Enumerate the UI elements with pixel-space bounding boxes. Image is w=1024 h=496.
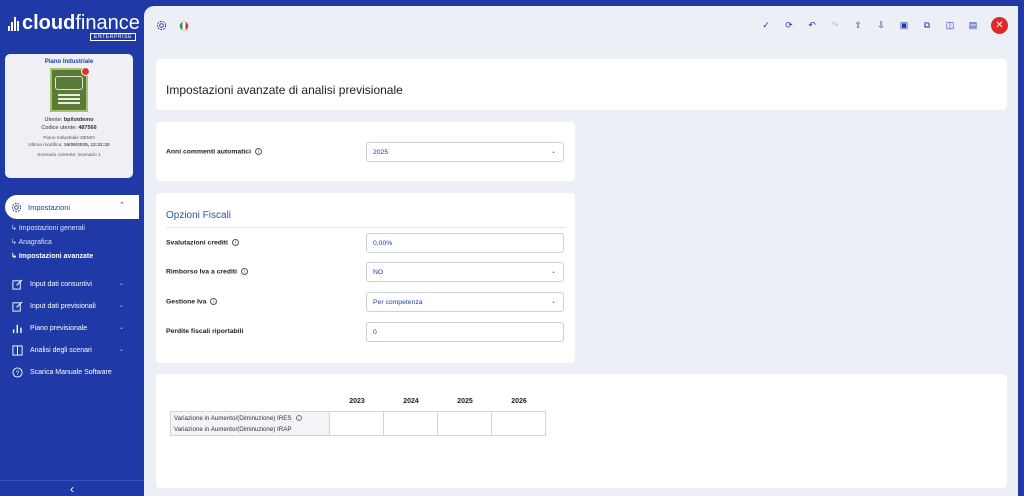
section-title: Opzioni Fiscali bbox=[166, 210, 232, 221]
logo-text: cloudfinance bbox=[22, 12, 140, 34]
info-icon[interactable]: i bbox=[231, 239, 239, 246]
chevron-left-icon: ‹ bbox=[70, 482, 74, 496]
chevron-down-icon: ⌄ bbox=[118, 303, 124, 309]
sidebar-item-scarica-manuale[interactable]: ? Scarica Manuale Software bbox=[0, 361, 144, 383]
page-title: Impostazioni avanzate di analisi previsi… bbox=[166, 83, 403, 97]
sidebar-nav: Impostazioni ⌃ ↳ Impostazioni generali ↳… bbox=[0, 195, 144, 383]
logo-tag: ENTERPRISE bbox=[90, 33, 136, 41]
last-modified: Ultima modifica: 16/05/2025, 12:31:32 bbox=[28, 143, 110, 148]
gestione-label: Gestione Iva i bbox=[166, 298, 218, 305]
rimborso-label: Rimborso Iva a crediti i bbox=[166, 268, 249, 275]
year-header: 2023 bbox=[349, 398, 365, 405]
user-name: Utente: bpilotdemo bbox=[44, 117, 94, 123]
info-icon[interactable]: i bbox=[295, 415, 302, 421]
tax-options-card: Opzioni Fiscali Svalutazioni crediti i 0,… bbox=[156, 193, 575, 363]
sidebar-item-input-consuntivi[interactable]: Input dati consuntivi ⌄ bbox=[0, 273, 144, 295]
perdite-row: Perdite fiscali riportabili 0 bbox=[166, 322, 564, 342]
logo-bars-icon bbox=[8, 17, 20, 31]
rimborso-select[interactable]: NO ⌄ bbox=[366, 262, 564, 282]
user-card: Piano Industriale Utente: bpilotdemo Cod… bbox=[5, 54, 133, 178]
year-header: 2024 bbox=[403, 398, 419, 405]
comments-label: Anni commenti automatici i bbox=[166, 148, 262, 155]
tax-variation-card: 2023 2024 2025 2026 Variazione in Aument… bbox=[156, 374, 1007, 488]
chevron-down-icon: ⌄ bbox=[550, 299, 556, 305]
bar-chart-icon bbox=[11, 322, 23, 334]
close-button[interactable]: ✕ bbox=[991, 17, 1008, 34]
italian-flag-icon[interactable] bbox=[179, 20, 189, 31]
table-cell[interactable] bbox=[384, 423, 438, 436]
comments-year-select[interactable]: 2025 ⌄ bbox=[366, 142, 564, 162]
chevron-down-icon: ⌄ bbox=[550, 149, 556, 155]
app-logo: cloudfinance ENTERPRISE bbox=[6, 10, 140, 41]
copy-button[interactable]: ⧉ bbox=[919, 18, 935, 34]
undo-button[interactable]: ↶ bbox=[804, 18, 820, 34]
info-icon[interactable]: i bbox=[210, 298, 218, 305]
chevron-down-icon: ⌄ bbox=[118, 325, 124, 331]
premium-badge-icon bbox=[50, 67, 90, 112]
gestione-row: Gestione Iva i Per competenza ⌄ bbox=[166, 292, 564, 312]
info-icon[interactable]: i bbox=[254, 148, 262, 155]
chevron-down-icon: ⌄ bbox=[118, 347, 124, 353]
sidebar-subitem-anagrafica[interactable]: ↳ Anagrafica bbox=[11, 236, 144, 250]
refresh-button[interactable]: ⟳ bbox=[781, 18, 797, 34]
sidebar: cloudfinance ENTERPRISE Piano Industrial… bbox=[0, 0, 144, 496]
page-title-card: Impostazioni avanzate di analisi previsi… bbox=[156, 59, 1007, 110]
year-header: 2025 bbox=[457, 398, 473, 405]
gear-icon bbox=[11, 202, 22, 213]
table-cell[interactable] bbox=[438, 423, 492, 436]
edit-icon bbox=[11, 300, 23, 312]
comments-card: Anni commenti automatici i 2025 ⌄ bbox=[156, 122, 575, 181]
sidebar-submenu: ↳ Impostazioni generali ↳ Anagrafica ↳ I… bbox=[0, 222, 144, 264]
comments-row: Anni commenti automatici i 2025 ⌄ bbox=[166, 142, 564, 162]
sidebar-item-analisi-scenari[interactable]: Analisi degli scenari ⌄ bbox=[0, 339, 144, 361]
svalutazioni-input[interactable]: 0,00% bbox=[366, 233, 564, 253]
sidebar-item-label: Impostazioni bbox=[28, 202, 71, 212]
upload-button[interactable]: ⇧ bbox=[850, 18, 866, 34]
sidebar-item-input-previsionali[interactable]: Input dati previsionali ⌄ bbox=[0, 295, 144, 317]
year-header: 2026 bbox=[511, 398, 527, 405]
plan-title: Piano Industriale bbox=[44, 59, 94, 65]
collapse-sidebar-button[interactable]: ‹ bbox=[0, 480, 144, 496]
save-button[interactable]: ▣ bbox=[896, 18, 912, 34]
chevron-up-icon: ⌃ bbox=[119, 202, 125, 209]
table-cell[interactable] bbox=[330, 423, 384, 436]
row-label: Variazione in Aumento/(Diminuzione) IRAP bbox=[170, 423, 330, 436]
columns-icon bbox=[11, 344, 23, 356]
top-toolbar: ✓ ⟳ ↶ ↷ ⇧ ⇩ ▣ ⧉ ◫ ▤ ✕ bbox=[144, 6, 1018, 46]
perdite-label: Perdite fiscali riportabili bbox=[166, 328, 244, 335]
sidebar-item-piano-previsionale[interactable]: Piano previsionale ⌄ bbox=[0, 317, 144, 339]
current-scenario: Scenario corrente: Scenario 1 bbox=[37, 153, 101, 158]
edit-icon bbox=[11, 278, 23, 290]
download-button[interactable]: ⇩ bbox=[873, 18, 889, 34]
split-view-button[interactable]: ◫ bbox=[942, 18, 958, 34]
help-icon: ? bbox=[11, 366, 23, 378]
gestione-select[interactable]: Per competenza ⌄ bbox=[366, 292, 564, 312]
rimborso-row: Rimborso Iva a crediti i NO ⌄ bbox=[166, 262, 564, 282]
divider bbox=[166, 227, 565, 228]
user-code: Codice utente: 487566 bbox=[41, 125, 97, 131]
info-icon[interactable]: i bbox=[241, 268, 249, 275]
main-content: ✓ ⟳ ↶ ↷ ⇧ ⇩ ▣ ⧉ ◫ ▤ ✕ Impostazioni avanz… bbox=[144, 6, 1018, 496]
redo-button[interactable]: ↷ bbox=[827, 18, 843, 34]
sidebar-subitem-impostazioni-generali[interactable]: ↳ Impostazioni generali bbox=[11, 222, 144, 236]
perdite-input[interactable]: 0 bbox=[366, 322, 564, 342]
sidebar-subitem-impostazioni-avanzate[interactable]: ↳ Impostazioni avanzate bbox=[11, 250, 144, 264]
svalutazioni-row: Svalutazioni crediti i 0,00% bbox=[166, 233, 564, 253]
table-cell[interactable] bbox=[492, 423, 546, 436]
sidebar-item-impostazioni[interactable]: Impostazioni ⌃ bbox=[5, 195, 139, 219]
confirm-button[interactable]: ✓ bbox=[758, 18, 774, 34]
chevron-down-icon: ⌄ bbox=[118, 281, 124, 287]
panel-button[interactable]: ▤ bbox=[965, 18, 981, 34]
chevron-down-icon: ⌄ bbox=[550, 269, 556, 275]
plan-name: Piano Industriale DEMO bbox=[43, 136, 95, 141]
settings-icon[interactable] bbox=[156, 20, 167, 31]
svalutazioni-label: Svalutazioni crediti i bbox=[166, 239, 239, 246]
svg-text:?: ? bbox=[15, 369, 19, 376]
